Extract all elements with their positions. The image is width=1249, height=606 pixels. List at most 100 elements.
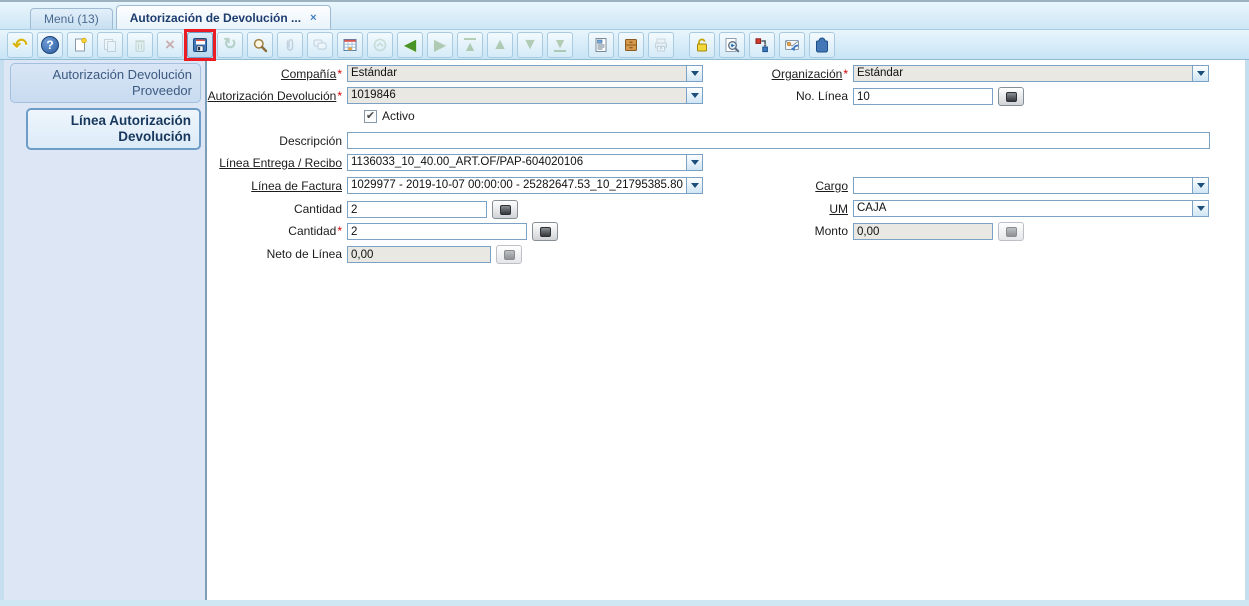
- field-label-autorizacion-devolucion: Autorización Devolución*: [207, 89, 342, 103]
- calculator-icon: [539, 226, 551, 237]
- find-record-button[interactable]: [247, 31, 273, 58]
- workflow-icon: [755, 37, 768, 52]
- save-icon: [193, 37, 207, 52]
- grid-icon: [343, 38, 357, 51]
- chevron-down-icon: [686, 178, 702, 193]
- window-body: Autorización Devolución Proveedor Línea …: [0, 60, 1249, 600]
- descripcion-input[interactable]: [347, 132, 1210, 149]
- next-record-button: ▼: [517, 31, 543, 58]
- close-tab-icon[interactable]: ×: [310, 12, 316, 23]
- delete-selection-button: ×: [157, 31, 183, 58]
- tab-autorizacion-devolucion[interactable]: Autorización de Devolución ... ×: [115, 5, 331, 29]
- form-row-cantidad-um: Cantidad UM CAJA: [207, 200, 1245, 220]
- window-tabbar: Menú (13) Autorización de Devolución ...…: [0, 2, 1249, 30]
- linea-factura-combobox[interactable]: 1029977 - 2019-10-07 00:00:00 - 25282647…: [347, 177, 703, 194]
- calculator-icon: [503, 249, 515, 260]
- form-row-neto-linea: Neto de Línea: [207, 245, 1245, 265]
- field-label-linea-factura: Línea de Factura: [251, 179, 342, 193]
- zoom-across-icon: [725, 37, 740, 52]
- refresh-icon: ↻: [223, 35, 237, 53]
- monto-input: [853, 223, 993, 240]
- no-linea-input[interactable]: [853, 88, 993, 105]
- toolbar: ↶ ? × ↻ ◀ ▶ ▲ ▲ ▼ ▼: [0, 28, 1249, 61]
- cargo-value: [854, 178, 1192, 193]
- sidebar-tab-linea-autorizacion-devolucion[interactable]: Línea Autorización Devolución: [26, 108, 201, 150]
- trash-icon: [135, 39, 145, 52]
- help-button[interactable]: ?: [37, 31, 63, 58]
- printer-icon: [655, 38, 667, 51]
- new-record-button[interactable]: [67, 31, 93, 58]
- check-requests-button[interactable]: [779, 31, 805, 58]
- paperclip-icon: [286, 38, 294, 51]
- requests-icon: [785, 39, 799, 51]
- form-content: Compañía* Estándar Organización* Estánda…: [207, 60, 1245, 600]
- compania-value: Estándar: [348, 66, 686, 81]
- field-label-um: UM: [829, 202, 848, 216]
- report-icon: [595, 37, 607, 52]
- save-button[interactable]: [184, 28, 216, 61]
- um-combobox[interactable]: CAJA: [853, 200, 1209, 217]
- grid-toggle-button[interactable]: [337, 31, 363, 58]
- sidebar-tab-autorizacion-devolucion-proveedor[interactable]: Autorización Devolución Proveedor: [10, 63, 201, 103]
- organizacion-value: Estándar: [854, 66, 1192, 81]
- form-row-autorizacion-nolinea: Autorización Devolución* 1019846 No. Lín…: [207, 87, 1245, 107]
- compania-combobox[interactable]: Estándar: [347, 65, 703, 82]
- field-label-descripcion: Descripción: [279, 134, 342, 148]
- report-button[interactable]: [588, 31, 614, 58]
- tab-menu[interactable]: Menú (13): [30, 8, 113, 29]
- linea-entrega-recibo-combobox[interactable]: 1136033_10_40.00_ART.OF/PAP-604020106: [347, 154, 703, 171]
- linea-entrega-recibo-value: 1136033_10_40.00_ART.OF/PAP-604020106: [351, 156, 584, 168]
- form-row-compania-organizacion: Compañía* Estándar Organización* Estánda…: [207, 65, 1245, 85]
- chat-icon: [313, 39, 327, 49]
- field-label-cantidad: Cantidad: [293, 202, 342, 216]
- last-record-icon: ▼: [553, 34, 567, 52]
- field-label-organizacion: Organización*: [771, 67, 848, 81]
- calculator-icon: [499, 204, 511, 215]
- checkbox-check-icon: ✔: [365, 109, 376, 122]
- first-record-icon: ▲: [463, 37, 477, 54]
- chevron-down-icon: [1192, 66, 1208, 81]
- cargo-combobox[interactable]: [853, 177, 1209, 194]
- organizacion-combobox[interactable]: Estándar: [853, 65, 1209, 82]
- calculator-icon: [1005, 226, 1017, 237]
- workflow-button[interactable]: [749, 31, 775, 58]
- archive-button[interactable]: [618, 31, 644, 58]
- product-info-button[interactable]: [809, 31, 835, 58]
- cantidad-calculator-button[interactable]: [492, 200, 518, 219]
- arrow-down-icon: ▼: [522, 35, 538, 53]
- parent-record-button[interactable]: ◀: [397, 31, 423, 58]
- neto-linea-calculator-button: [496, 245, 522, 264]
- history-icon: [373, 38, 387, 51]
- field-label-compania: Compañía*: [280, 67, 342, 81]
- field-label-cantidad-requerida: Cantidad*: [288, 224, 342, 238]
- neto-linea-input: [347, 246, 491, 263]
- copy-icon: [104, 38, 116, 52]
- cantidad-requerida-input[interactable]: [347, 223, 527, 240]
- sidebar: Autorización Devolución Proveedor Línea …: [4, 60, 207, 600]
- archive-icon: [625, 38, 637, 51]
- monto-calculator-button: [998, 222, 1024, 241]
- undo-button[interactable]: ↶: [7, 31, 33, 58]
- field-label-cargo: Cargo: [815, 179, 848, 193]
- chevron-down-icon: [1192, 201, 1208, 216]
- no-linea-calculator-button[interactable]: [998, 87, 1024, 106]
- activo-label: Activo: [382, 109, 415, 123]
- copy-record-button: [97, 31, 123, 58]
- autorizacion-devolucion-combobox[interactable]: 1019846: [347, 87, 703, 104]
- zoom-across-button[interactable]: [719, 31, 745, 58]
- form-row-descripcion: Descripción: [207, 132, 1245, 152]
- um-value: CAJA: [857, 202, 887, 214]
- cantidad-input[interactable]: [347, 201, 487, 218]
- record-lock-button[interactable]: [689, 31, 715, 58]
- delete-record-button: [127, 31, 153, 58]
- chevron-down-icon: [686, 66, 702, 81]
- form-row-linea-entrega: Línea Entrega / Recibo 1136033_10_40.00_…: [207, 154, 1245, 174]
- activo-checkbox[interactable]: ✔: [364, 109, 377, 123]
- help-icon: ?: [41, 35, 59, 54]
- field-label-monto: Monto: [814, 224, 848, 238]
- cantidad-requerida-calculator-button[interactable]: [532, 222, 558, 241]
- detail-record-button: ▶: [427, 31, 453, 58]
- print-button: [648, 31, 674, 58]
- last-record-button: ▼: [547, 31, 573, 58]
- linea-factura-value: 1029977 - 2019-10-07 00:00:00 - 25282647…: [351, 179, 683, 191]
